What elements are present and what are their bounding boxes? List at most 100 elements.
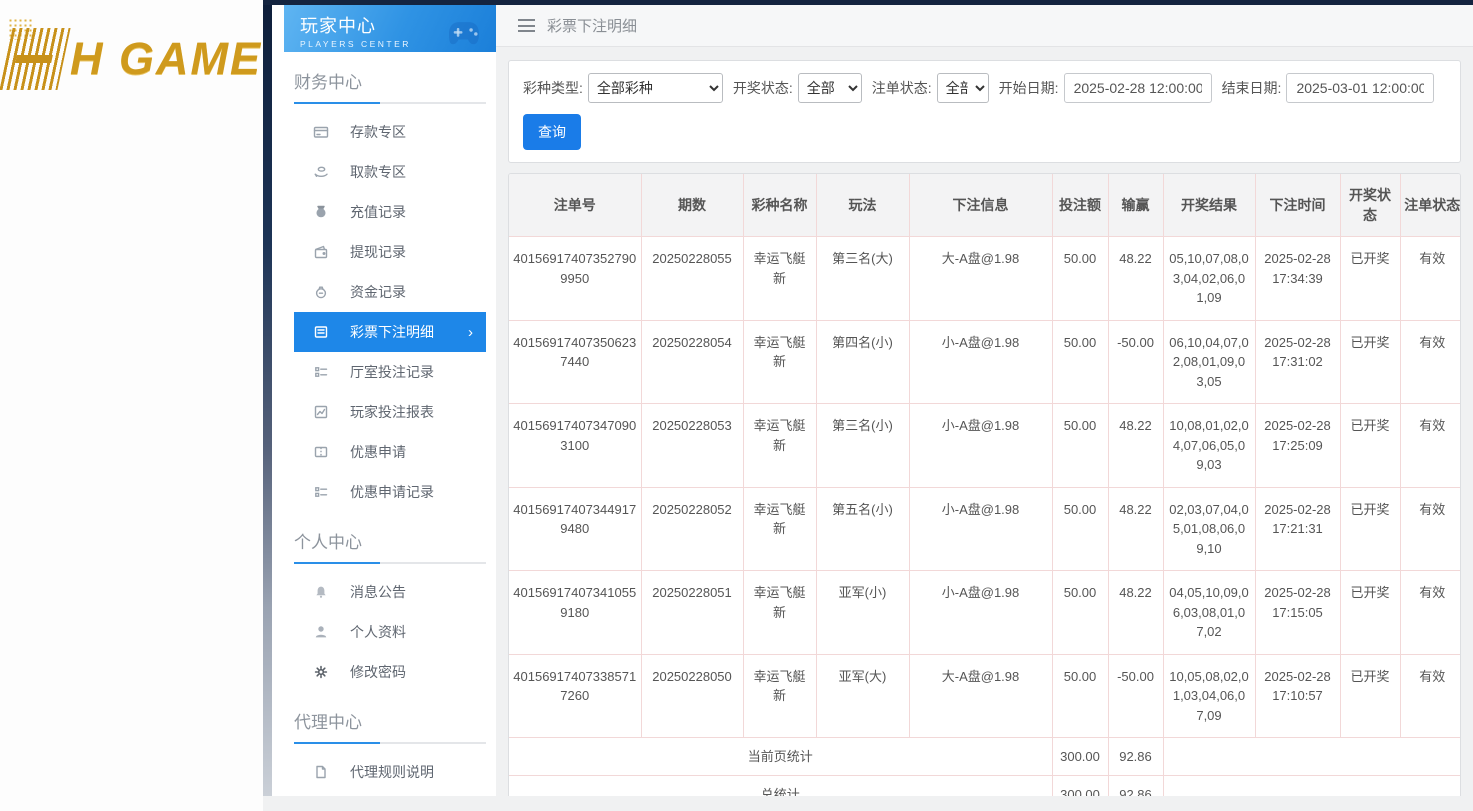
gamepad-icon [449, 22, 479, 45]
section-title-personal: 个人中心 [294, 533, 362, 552]
cell-win-loss: -50.00 [1108, 654, 1164, 738]
sidebar-item-profile[interactable]: 个人资料 [294, 612, 486, 652]
wallet-icon [313, 244, 330, 260]
cell-lottery-name: 幸运飞艇新 [743, 320, 817, 404]
sidebar-item-player-bet-report[interactable]: 玩家投注报表 [294, 392, 486, 432]
cell-play-type: 亚军(小) [816, 570, 910, 655]
sidebar-item-withdraw-records[interactable]: 提现记录 [294, 232, 486, 272]
summary-winloss-total: 92.86 [1108, 737, 1164, 776]
cell-play-type: 第五名(小) [816, 487, 910, 571]
brand-logo: H GAME [0, 18, 262, 90]
sidebar-item-recharge-records[interactable]: 充值记录 [294, 192, 486, 232]
cell-draw-status: 已开奖 [1340, 403, 1401, 488]
query-button[interactable]: 查询 [523, 114, 581, 150]
cell-period: 20250228055 [641, 236, 744, 321]
records-icon [313, 484, 330, 500]
cell-order-no: 401569174073385717260 [509, 654, 642, 738]
sidebar-item-lottery-bet-details[interactable]: 彩票下注明细 › [294, 312, 486, 352]
section-title-agent: 代理中心 [294, 713, 362, 732]
sidebar-item-label: 个人资料 [350, 624, 406, 640]
order-status-select[interactable]: 全部 [936, 73, 989, 103]
col-period: 期数 [641, 174, 744, 237]
sidebar-item-funds-records[interactable]: 资金记录 [294, 272, 486, 312]
cell-bet-info: 小-A盘@1.98 [909, 403, 1053, 488]
end-date-label: 结束日期: [1221, 80, 1282, 96]
sidebar-item-hall-bet-records[interactable]: 厅室投注记录 [294, 352, 486, 392]
cell-bet-time: 2025-02-28 17:34:39 [1255, 236, 1341, 321]
lottery-type-select[interactable]: 全部彩种 [587, 73, 723, 103]
cell-lottery-name: 幸运飞艇新 [743, 654, 817, 738]
table-row: 401569174073385717260 20250228050 幸运飞艇新 … [509, 654, 1460, 738]
bottom-strip [263, 796, 1473, 811]
end-date-input[interactable] [1286, 73, 1435, 103]
section-underline [294, 562, 486, 564]
sidebar-item-promo-apply[interactable]: 优惠申请 [294, 432, 486, 472]
sidebar-item-label: 彩票下注明细 [350, 324, 434, 340]
coupon-icon [313, 444, 330, 460]
cell-bet-amount: 50.00 [1052, 570, 1109, 655]
page-title: 彩票下注明细 [547, 18, 638, 35]
sidebar-item-announcements[interactable]: 消息公告 [294, 572, 486, 612]
cell-order-status: 有效 [1400, 236, 1460, 321]
summary-blank [1163, 737, 1460, 776]
cell-bet-time: 2025-02-28 17:25:09 [1255, 403, 1341, 488]
sidebar-item-deposit[interactable]: 存款专区 [294, 112, 486, 152]
cell-period: 20250228054 [641, 320, 744, 404]
section-underline [294, 742, 486, 744]
cell-bet-amount: 50.00 [1052, 403, 1109, 488]
cell-period: 20250228050 [641, 654, 744, 738]
person-icon [313, 624, 330, 640]
cell-lottery-name: 幸运飞艇新 [743, 403, 817, 488]
table-row: 401569174073527909950 20250228055 幸运飞艇新 … [509, 236, 1460, 321]
sidebar-item-label: 资金记录 [350, 284, 406, 300]
records-icon [313, 364, 330, 380]
col-bet-info: 下注信息 [909, 174, 1053, 237]
cell-draw-status: 已开奖 [1340, 487, 1401, 571]
logo-area: H GAME [0, 0, 263, 811]
cell-draw-status: 已开奖 [1340, 320, 1401, 404]
content-header: 彩票下注明细 [496, 5, 1473, 47]
cell-order-status: 有效 [1400, 570, 1460, 655]
bet-table: 注单号 期数 彩种名称 玩法 下注信息 投注额 输赢 开奖结果 下注时间 开奖状… [509, 174, 1460, 811]
app-window: H GAME 玩家中心 PLAYERS CENTER 财务中心 存款专区 取款专… [0, 0, 1473, 811]
main-content: 彩票下注明细 彩种类型: 全部彩种 开奖状态: 全部 注单状态: 全部 开始日期… [496, 0, 1473, 811]
cell-bet-info: 大-A盘@1.98 [909, 236, 1053, 321]
draw-status-select[interactable]: 全部 [797, 73, 862, 103]
sidebar-item-label: 消息公告 [350, 584, 406, 600]
order-status-label: 注单状态: [871, 80, 932, 96]
sidebar-item-promo-apply-records[interactable]: 优惠申请记录 [294, 472, 486, 512]
sidebar-item-agent-rules[interactable]: 代理规则说明 [294, 752, 486, 792]
cell-period: 20250228053 [641, 403, 744, 488]
sidebar-item-label: 修改密码 [350, 664, 406, 680]
cell-win-loss: 48.22 [1108, 403, 1164, 488]
report-icon [313, 404, 330, 420]
sidebar-item-label: 厅室投注记录 [350, 364, 434, 380]
cell-play-type: 第三名(小) [816, 403, 910, 488]
cell-lottery-name: 幸运飞艇新 [743, 570, 817, 655]
section-underline [294, 102, 486, 104]
cell-bet-amount: 50.00 [1052, 320, 1109, 404]
cell-bet-time: 2025-02-28 17:21:31 [1255, 487, 1341, 571]
table-row: 401569174073449179480 20250228052 幸运飞艇新 … [509, 487, 1460, 571]
hand-coin-icon [313, 164, 330, 180]
cell-bet-time: 2025-02-28 17:15:05 [1255, 570, 1341, 655]
col-play-type: 玩法 [816, 174, 910, 237]
page-summary-row: 当前页统计 300.00 92.86 [509, 737, 1460, 776]
start-date-input[interactable] [1063, 73, 1212, 103]
cell-order-no: 401569174073470903100 [509, 403, 642, 488]
sidebar-item-change-password[interactable]: 修改密码 [294, 652, 486, 692]
cell-order-status: 有效 [1400, 320, 1460, 404]
sidebar-item-label: 提现记录 [350, 244, 406, 260]
filter-panel: 彩种类型: 全部彩种 开奖状态: 全部 注单状态: 全部 开始日期: 结束日期: [508, 60, 1461, 163]
sidebar-item-withdraw-zone[interactable]: 取款专区 [294, 152, 486, 192]
cell-play-type: 第三名(大) [816, 236, 910, 321]
cell-lottery-name: 幸运飞艇新 [743, 487, 817, 571]
hamburger-menu-icon[interactable] [518, 19, 535, 32]
top-dark-bar [263, 0, 1473, 5]
cell-draw-result: 06,10,04,07,02,08,01,09,03,05 [1163, 320, 1256, 404]
cell-order-no: 401569174073506237440 [509, 320, 642, 404]
table-row: 401569174073506237440 20250228054 幸运飞艇新 … [509, 320, 1460, 404]
cell-draw-result: 10,05,08,02,01,03,04,06,07,09 [1163, 654, 1256, 738]
sidebar-header: 玩家中心 PLAYERS CENTER [284, 5, 496, 52]
cell-bet-info: 小-A盘@1.98 [909, 487, 1053, 571]
